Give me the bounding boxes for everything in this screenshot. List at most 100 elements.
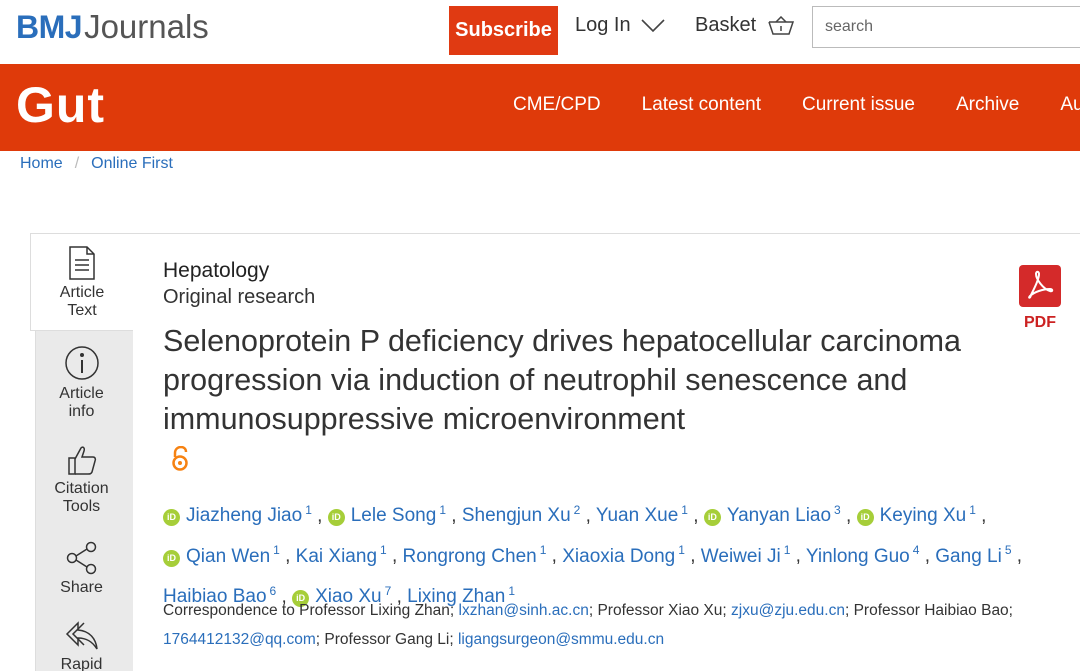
author-separator: , — [790, 545, 806, 567]
content-divider — [133, 233, 1080, 234]
breadcrumb: Home / Online First — [20, 155, 173, 173]
author-link[interactable]: Yuan Xue 1 — [595, 503, 688, 527]
author-separator: , — [446, 505, 462, 527]
nav-cme-cpd[interactable]: CME/CPD — [513, 94, 601, 116]
basket-link[interactable]: Basket — [695, 14, 795, 37]
author-separator: , — [279, 545, 296, 567]
subscribe-button[interactable]: Subscribe — [449, 6, 558, 55]
info-icon — [64, 346, 99, 380]
author-link[interactable]: Kai Xiang 1 — [295, 543, 387, 567]
tool-label: Citation Tools — [54, 480, 109, 515]
author-link[interactable]: iD Lele Song 1 — [327, 503, 446, 527]
author-separator: , — [311, 505, 328, 527]
chevron-down-icon — [641, 18, 665, 32]
brand-journals: Journals — [84, 8, 209, 45]
tool-rapid-responses[interactable]: Rapid — [30, 620, 133, 671]
author-link[interactable]: iD Qian Wen 1 — [163, 543, 280, 567]
author-name: Xiaoxia Dong — [562, 545, 676, 567]
author-separator: , — [919, 545, 936, 567]
author-link[interactable]: Xiaoxia Dong 1 — [562, 543, 685, 567]
orcid-icon[interactable]: iD — [327, 509, 345, 527]
share-icon — [66, 541, 96, 575]
email-link[interactable]: 1764412132@qq.com — [163, 631, 316, 648]
affiliation-number[interactable]: 1 — [273, 543, 280, 557]
breadcrumb-separator: / — [74, 155, 80, 172]
nav-truncated-item[interactable]: Au — [1060, 94, 1080, 116]
author-link[interactable]: Yinlong Guo 4 — [806, 543, 920, 566]
author-link[interactable]: Weiwei Ji 1 — [700, 543, 791, 567]
global-header: BMJ Journals Subscribe Log In Basket — [0, 0, 1080, 64]
email-link[interactable]: zjxu@zju.edu.cn — [731, 602, 845, 619]
tool-label: Rapid — [60, 656, 103, 671]
author-separator: , — [684, 545, 701, 567]
affiliation-number[interactable]: 1 — [681, 503, 688, 517]
basket-label: Basket — [695, 14, 757, 36]
search-input[interactable] — [812, 6, 1080, 48]
affiliation-number[interactable]: 1 — [969, 503, 976, 517]
author-name: Kai Xiang — [295, 545, 378, 567]
document-icon — [69, 246, 95, 280]
breadcrumb-home[interactable]: Home — [20, 155, 63, 173]
author-name: Yuan Xue — [595, 505, 679, 527]
correspondence-text: Correspondence to Professor Lixing Zhan; — [163, 602, 459, 619]
thumbs-up-icon — [67, 446, 96, 475]
affiliation-number[interactable]: 1 — [305, 503, 312, 517]
basket-icon — [768, 15, 795, 35]
email-link[interactable]: lxzhan@sinh.ac.cn — [459, 602, 589, 619]
author-name: Weiwei Ji — [700, 545, 781, 567]
author-separator: , — [687, 505, 704, 527]
nav-archive[interactable]: Archive — [956, 94, 1019, 116]
pdf-download[interactable]: PDF — [1018, 265, 1062, 332]
author-name: Qian Wen — [186, 545, 271, 567]
tool-share[interactable]: Share — [30, 541, 133, 597]
author-name: Rongrong Chen — [402, 545, 537, 567]
author-separator: , — [840, 505, 857, 527]
journal-nav: CME/CPD Latest content Current issue Arc… — [513, 94, 1080, 116]
author-name: Keying Xu — [879, 505, 967, 527]
correspondence-text: ; Professor Gang Li; — [315, 631, 458, 648]
author-separator: , — [975, 505, 987, 527]
author-link[interactable]: iD Jiazheng Jiao 1 — [163, 503, 312, 527]
orcid-icon[interactable]: iD — [703, 509, 721, 527]
author-link[interactable]: Rongrong Chen 1 — [402, 543, 547, 567]
affiliation-number[interactable]: 1 — [678, 543, 685, 557]
orcid-icon[interactable]: iD — [856, 509, 874, 527]
bmj-journals-logo[interactable]: BMJ Journals — [16, 8, 209, 52]
nav-current-issue[interactable]: Current issue — [802, 94, 915, 116]
tool-label: Article Text — [59, 284, 105, 319]
affiliation-number[interactable]: 5 — [1005, 543, 1012, 557]
article-tools-sidebar: Article Text Article info Citation Tools… — [30, 233, 133, 671]
article-subject[interactable]: Hepatology — [163, 259, 269, 283]
author-link[interactable]: iD Keying Xu 1 — [856, 503, 976, 527]
journal-logo[interactable]: Gut — [16, 76, 105, 134]
correspondence-text: ; Professor Haibiao Bao; — [844, 602, 1013, 619]
author-link[interactable]: Gang Li 5 — [935, 543, 1012, 566]
correspondence-text: ; Professor Xiao Xu; — [588, 602, 732, 619]
tool-label: Share — [60, 579, 103, 596]
affiliation-number[interactable]: 3 — [834, 503, 841, 517]
tool-article-info[interactable]: Article info — [30, 345, 133, 421]
author-name: Lele Song — [350, 505, 437, 527]
affiliation-number[interactable]: 1 — [380, 543, 387, 557]
author-link[interactable]: iD Yanyan Liao 3 — [703, 503, 841, 527]
article-type: Original research — [163, 286, 316, 308]
nav-latest-content[interactable]: Latest content — [642, 94, 761, 116]
breadcrumb-online-first[interactable]: Online First — [91, 155, 173, 173]
author-link[interactable]: Shengjun Xu 2 — [462, 503, 581, 526]
affiliation-number[interactable]: 1 — [439, 503, 446, 517]
tool-label: Article info — [59, 385, 104, 420]
article-title: Selenoprotein P deficiency drives hepato… — [163, 324, 961, 436]
orcid-icon[interactable]: iD — [163, 509, 180, 527]
author-separator: , — [1011, 545, 1023, 567]
pdf-label: PDF — [1024, 314, 1056, 331]
orcid-icon[interactable]: iD — [163, 549, 180, 567]
tool-article-text[interactable]: Article Text — [30, 233, 133, 331]
tool-citation-tools[interactable]: Citation Tools — [30, 444, 133, 516]
open-access-icon — [172, 446, 188, 471]
email-link[interactable]: ligangsurgeon@smmu.edu.cn — [458, 631, 664, 648]
rapid-response-icon — [65, 621, 98, 650]
author-separator: , — [546, 545, 563, 567]
author-name: Jiazheng Jiao — [186, 505, 303, 527]
brand-bmj: BMJ — [16, 9, 83, 45]
login-menu[interactable]: Log In — [575, 14, 665, 37]
